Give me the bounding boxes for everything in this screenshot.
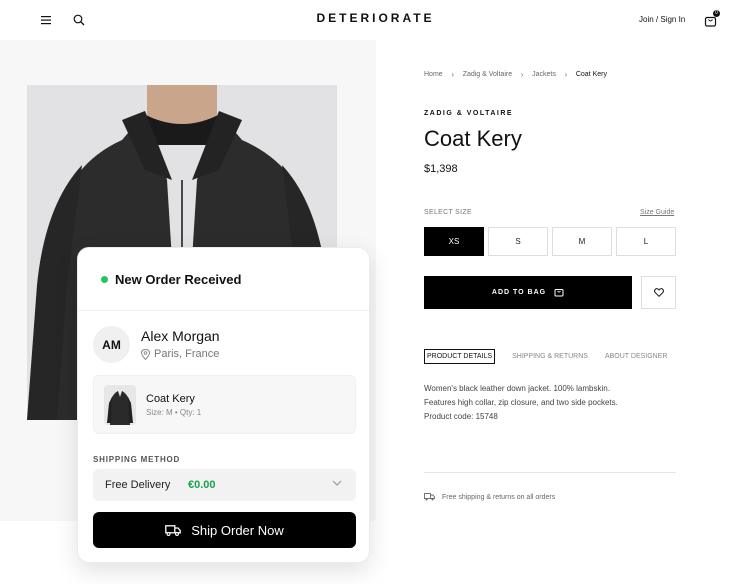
- status-dot: [101, 276, 108, 283]
- size-option-s[interactable]: S: [488, 227, 548, 256]
- chevron-right-icon: ›: [564, 70, 568, 79]
- chevron-down-icon: [332, 480, 342, 486]
- location-pin-icon: [141, 348, 150, 360]
- divider: [424, 472, 676, 473]
- top-header: DETERIORATE Join / Sign In 0: [0, 0, 751, 40]
- avatar: AM: [93, 326, 130, 363]
- heart-icon: [653, 288, 664, 297]
- shipping-price: €0.00: [188, 479, 216, 491]
- breadcrumb-current: Coat Kery: [575, 71, 607, 78]
- tab-product-details[interactable]: PRODUCT DETAILS: [424, 349, 496, 364]
- customer-location: Paris, France: [141, 348, 219, 360]
- truck-icon: [424, 493, 435, 501]
- card-header: New Order Received: [78, 248, 369, 311]
- shipping-option: Free Delivery: [105, 479, 171, 491]
- item-meta: Size: M • Qty: 1: [146, 408, 202, 417]
- size-option-l[interactable]: L: [616, 227, 676, 256]
- size-option-m[interactable]: M: [552, 227, 612, 256]
- wishlist-button[interactable]: [641, 276, 676, 309]
- shipping-method-select[interactable]: Free Delivery €0.00: [93, 469, 356, 501]
- item-thumbnail: [104, 385, 136, 425]
- ship-order-button[interactable]: Ship Order Now: [93, 512, 356, 548]
- product-title: Coat Kery: [424, 126, 522, 151]
- select-size-label: SELECT SIZE: [424, 209, 472, 216]
- join-sign-in-link[interactable]: Join / Sign In: [639, 15, 685, 24]
- description-line: Product code: 15748: [424, 412, 498, 421]
- breadcrumb-category[interactable]: Jackets: [532, 71, 556, 78]
- item-name: Coat Kery: [146, 393, 195, 405]
- product-tabs: PRODUCT DETAILS SHIPPING & RETURNS ABOUT…: [424, 349, 684, 364]
- size-guide-link[interactable]: Size Guide: [640, 209, 674, 216]
- add-to-bag-button[interactable]: ADD TO BAG: [424, 276, 632, 309]
- product-brand[interactable]: ZADIG & VOLTAIRE: [424, 110, 513, 117]
- ship-order-label: Ship Order Now: [191, 522, 284, 538]
- description-line: Features high collar, zip closure, and t…: [424, 398, 618, 407]
- bag-count-badge: 0: [713, 10, 720, 17]
- truck-icon: [165, 524, 182, 536]
- chevron-right-icon: ›: [451, 70, 455, 79]
- size-option-xs[interactable]: XS: [424, 227, 484, 256]
- customer-location-text: Paris, France: [154, 348, 220, 360]
- order-title: New Order Received: [115, 272, 242, 287]
- shipping-note-text: Free shipping & returns on all orders: [442, 493, 556, 501]
- tab-about-designer[interactable]: ABOUT DESIGNER: [605, 353, 668, 360]
- product-description: Women's black leather down jacket. 100% …: [424, 382, 684, 424]
- bag-icon: [554, 287, 564, 299]
- add-to-bag-label: ADD TO BAG: [491, 289, 547, 296]
- breadcrumb-brand[interactable]: Zadig & Voltaire: [463, 71, 512, 78]
- order-item: Coat Kery Size: M • Qty: 1: [93, 375, 356, 434]
- chevron-right-icon: ›: [520, 70, 524, 79]
- breadcrumb: Home › Zadig & Voltaire › Jackets › Coat…: [424, 70, 607, 79]
- shipping-note: Free shipping & returns on all orders: [424, 493, 555, 501]
- product-price: $1,398: [424, 163, 458, 175]
- breadcrumb-home[interactable]: Home: [424, 71, 443, 78]
- description-line: Women's black leather down jacket. 100% …: [424, 384, 610, 393]
- shipping-method-label: SHIPPING METHOD: [93, 455, 181, 464]
- tab-shipping-returns[interactable]: SHIPPING & RETURNS: [512, 353, 588, 360]
- customer-name: Alex Morgan: [141, 328, 220, 344]
- order-notification-card: New Order Received AM Alex Morgan Paris,…: [77, 247, 370, 563]
